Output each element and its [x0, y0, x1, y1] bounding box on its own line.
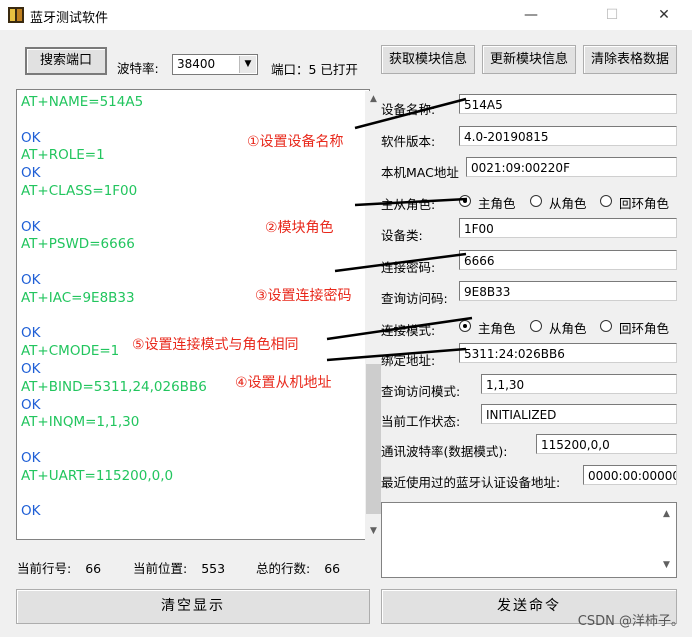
annotation-3: ③设置连接密码	[255, 288, 352, 304]
annotation-line-3	[334, 252, 467, 273]
annotation-line-5	[326, 316, 473, 341]
watermark: CSDN @洋柿子。	[577, 614, 684, 629]
annotation-line-4	[326, 347, 467, 362]
annotation-2: ②模块角色	[265, 220, 334, 236]
annotation-lines	[326, 97, 473, 362]
annotation-4: ④设置从机地址	[235, 375, 332, 391]
annotation-5: ⑤设置连接模式与角色相同	[132, 337, 299, 353]
annotation-line-2	[354, 197, 468, 207]
annotation-1: ①设置设备名称	[247, 134, 344, 150]
annotation-line-1	[354, 97, 467, 130]
